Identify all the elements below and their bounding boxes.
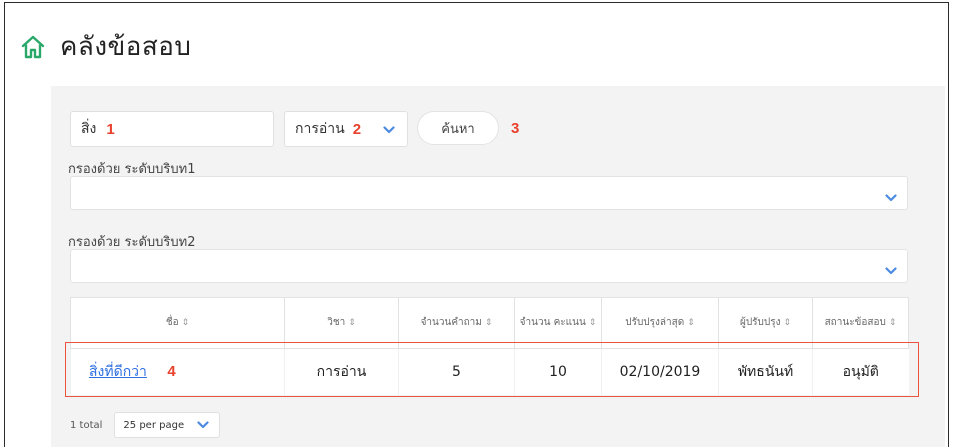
table-header-row: ชื่อ ⇕ วิชา ⇕ จำนวนคำถาม ⇕ จำนวน คะแนน ⇕ ปรั…: [70, 297, 909, 349]
search-panel: สิ่ง 1 การอ่าน 2 ค้นหา 3 กรองด้วย ระดับบ…: [51, 86, 945, 447]
column-header-subject[interactable]: วิชา ⇕: [284, 297, 399, 349]
search-input-value: สิ่ง: [81, 121, 97, 137]
sort-icon[interactable]: ⇕: [687, 318, 695, 328]
total-count: 1 total: [70, 419, 103, 431]
cell-score: 10: [514, 348, 602, 395]
cell-status: อนุมัติ: [812, 348, 909, 395]
column-header-updater[interactable]: ผู้ปรับปรุง ⇕: [718, 297, 813, 349]
page-size-value: 25 per page: [123, 419, 185, 431]
cell-questions: 5: [398, 348, 515, 395]
sort-icon[interactable]: ⇕: [589, 318, 597, 328]
subject-select-value: การอ่าน: [295, 121, 345, 137]
chevron-down-icon: [885, 261, 897, 280]
column-header-updated[interactable]: ปรับปรุงล่าสุด ⇕: [601, 297, 719, 349]
chevron-down-icon: [383, 123, 395, 139]
home-icon[interactable]: [20, 34, 46, 60]
sort-icon[interactable]: ⇕: [348, 318, 356, 328]
sort-icon[interactable]: ⇕: [889, 318, 897, 328]
annotation-marker-3: 3: [511, 120, 520, 137]
annotation-marker-4: 4: [167, 362, 176, 380]
search-input[interactable]: สิ่ง 1: [70, 111, 274, 147]
cell-updater: พัทธนันท์: [718, 348, 813, 395]
column-header-status[interactable]: สถานะข้อสอบ ⇕: [812, 297, 909, 349]
table-row: สิ่งที่ดีกว่า 4 การอ่าน 5 10 02/10/2019 …: [70, 348, 909, 395]
exam-table: ชื่อ ⇕ วิชา ⇕ จำนวนคำถาม ⇕ จำนวน คะแนน ⇕ ปรั…: [70, 297, 909, 395]
cell-subject: การอ่าน: [284, 348, 399, 395]
annotation-marker-1: 1: [106, 120, 115, 138]
cell-updated: 02/10/2019: [601, 348, 719, 395]
sort-icon[interactable]: ⇕: [182, 318, 190, 328]
column-header-questions[interactable]: จำนวนคำถาม ⇕: [398, 297, 515, 349]
exam-name-link[interactable]: สิ่งที่ดีกว่า: [89, 364, 147, 380]
sort-icon[interactable]: ⇕: [485, 318, 493, 328]
pagination: 1 total 25 per page: [70, 412, 221, 438]
page-title: คลังข้อสอบ: [60, 32, 192, 62]
chevron-down-icon: [197, 420, 210, 433]
page-size-select[interactable]: 25 per page: [114, 412, 221, 438]
annotation-marker-2: 2: [352, 120, 362, 138]
chevron-down-icon: [885, 188, 897, 207]
filter-select-context1[interactable]: [70, 176, 908, 210]
page-header: คลังข้อสอบ: [20, 26, 191, 67]
column-header-name[interactable]: ชื่อ ⇕: [70, 297, 285, 349]
filter-select-context2[interactable]: [70, 249, 908, 283]
subject-select[interactable]: การอ่าน 2: [284, 111, 408, 147]
cell-name: สิ่งที่ดีกว่า 4: [70, 348, 285, 395]
search-button[interactable]: ค้นหา: [417, 111, 499, 145]
column-header-score[interactable]: จำนวน คะแนน ⇕: [514, 297, 602, 349]
sort-icon[interactable]: ⇕: [783, 318, 791, 328]
